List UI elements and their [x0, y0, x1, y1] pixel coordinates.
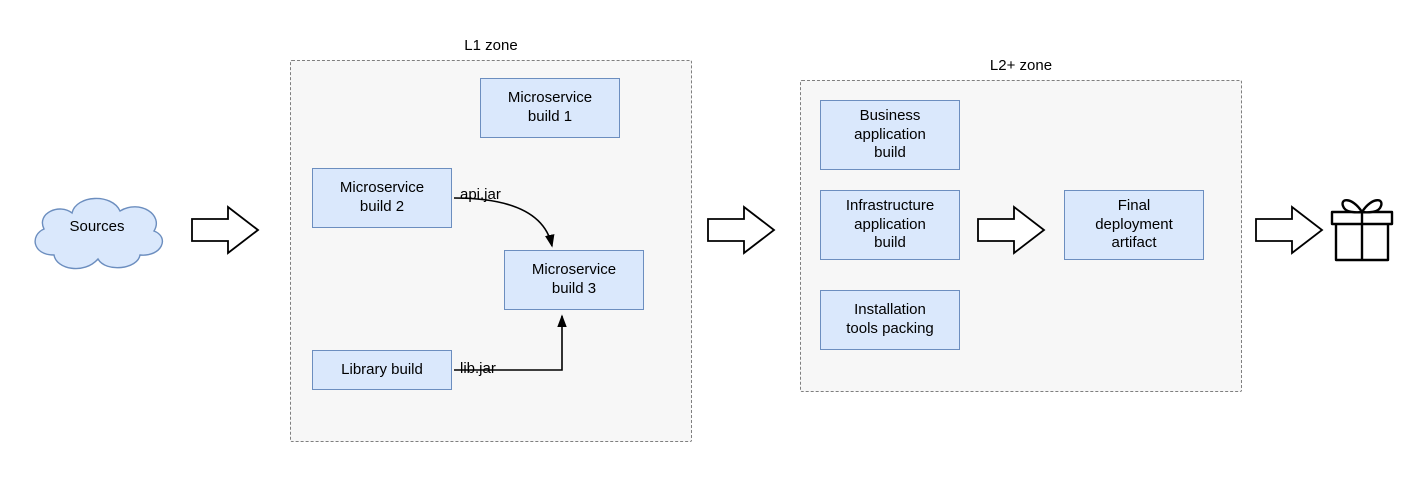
infra-app-build: Infrastructureapplicationbuild	[820, 190, 960, 260]
l2-zone-title: L2+ zone	[801, 57, 1241, 74]
diagram-canvas: Sources L1 zone Microservicebuild 1 Micr…	[0, 0, 1403, 500]
gift-icon	[1330, 192, 1394, 264]
arrow-infra-to-final	[976, 205, 1046, 255]
final-deployment-artifact: Finaldeploymentartifact	[1064, 190, 1204, 260]
arrow-l1-to-l2	[706, 205, 776, 255]
arrow-ms2-to-ms3	[452, 196, 572, 256]
ms-build-2: Microservicebuild 2	[312, 168, 452, 228]
install-tools-packing: Installationtools packing	[820, 290, 960, 350]
arrow-lib-to-ms3	[452, 310, 592, 380]
ms-build-1: Microservicebuild 1	[480, 78, 620, 138]
sources-cloud-label: Sources	[22, 218, 172, 235]
arrow-final-to-gift	[1254, 205, 1324, 255]
arrow-sources-to-l1	[190, 205, 260, 255]
ms-build-3: Microservicebuild 3	[504, 250, 644, 310]
library-build: Library build	[312, 350, 452, 390]
business-app-build: Businessapplicationbuild	[820, 100, 960, 170]
l1-zone-title: L1 zone	[291, 37, 691, 54]
